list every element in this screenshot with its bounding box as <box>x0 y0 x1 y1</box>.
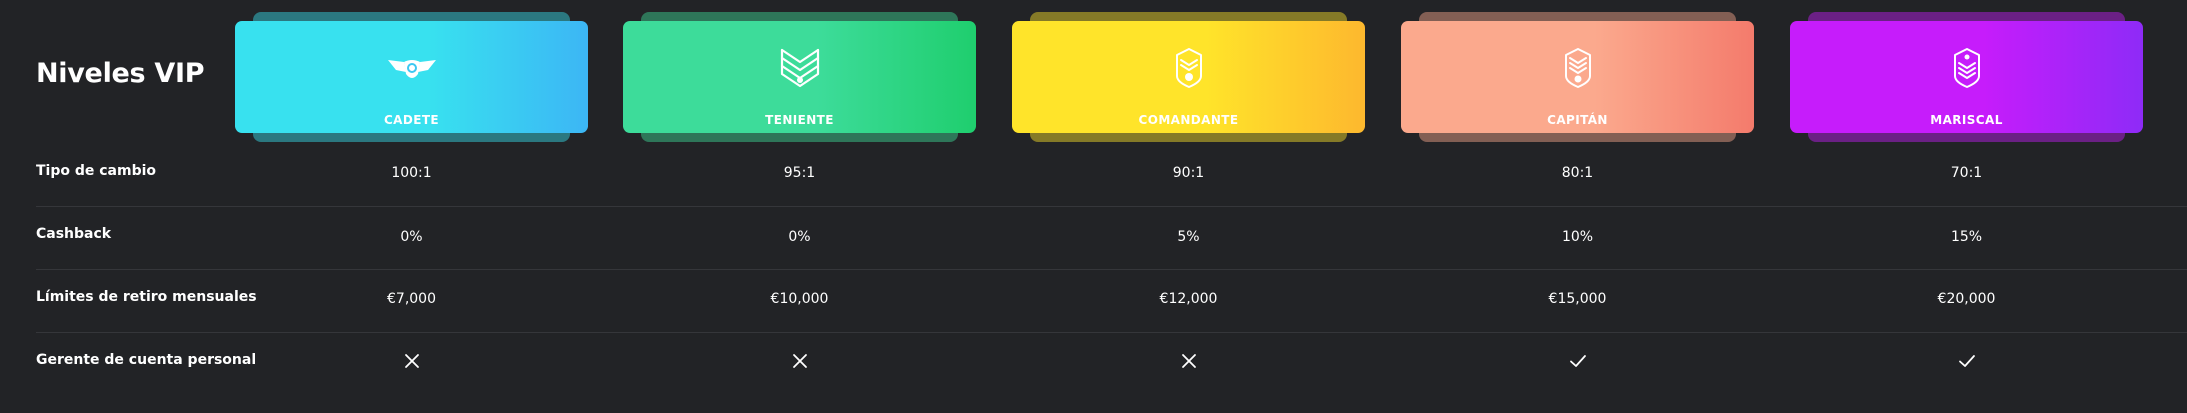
check-icon <box>1790 352 2143 374</box>
row-label: Tipo de cambio <box>36 163 157 179</box>
tier-card-cadete: CADETE <box>235 12 588 142</box>
tier-card-face: MARISCAL <box>1790 21 2143 133</box>
table-cell: 5% <box>1177 229 1200 245</box>
tier-name: MARISCAL <box>1930 113 2003 127</box>
table-cell: €10,000 <box>770 291 829 307</box>
table-cell: 10% <box>1561 229 1594 245</box>
row-label: Cashback <box>36 226 112 242</box>
row-label: Límites de retiro mensuales <box>36 289 257 305</box>
table-cell: 95:1 <box>783 165 816 181</box>
cross-icon <box>1012 352 1365 374</box>
table-cell: €15,000 <box>1548 291 1607 307</box>
row-divider <box>36 269 2187 270</box>
table-cell: 70:1 <box>1950 165 1983 181</box>
tier-name: COMANDANTE <box>1138 113 1239 127</box>
table-row-cashback: Cashback 0% 0% 5% 10% 15% <box>0 208 2187 271</box>
table-cell: 0% <box>400 229 423 245</box>
tier-name: TENIENTE <box>765 113 834 127</box>
table-cell: €12,000 <box>1159 291 1218 307</box>
check-icon <box>1401 352 1754 374</box>
shield-rank-icon <box>1939 48 1995 88</box>
tier-card-face: TENIENTE <box>623 21 976 133</box>
tier-card-face: CAPITÁN <box>1401 21 1754 133</box>
table-cell: €7,000 <box>387 291 436 307</box>
table-row-withdrawal-limits: Límites de retiro mensuales €7,000 €10,0… <box>0 271 2187 334</box>
tier-card-mariscal: MARISCAL <box>1790 12 2143 142</box>
table-cell: 100:1 <box>391 165 432 181</box>
tier-name: CAPITÁN <box>1547 113 1608 127</box>
row-label: Gerente de cuenta personal <box>36 352 257 368</box>
tier-card-face: CADETE <box>235 21 588 133</box>
table-cell: 90:1 <box>1172 165 1205 181</box>
table-cell: 15% <box>1950 229 1983 245</box>
tier-card-capitan: CAPITÁN <box>1401 12 1754 142</box>
table-row-account-manager: Gerente de cuenta personal <box>0 334 2187 397</box>
chevron-stripes-icon <box>772 48 828 88</box>
wings-badge-icon <box>384 48 440 88</box>
row-divider <box>36 332 2187 333</box>
table-cell: €20,000 <box>1937 291 1996 307</box>
tier-card-teniente: TENIENTE <box>623 12 976 142</box>
row-divider <box>36 206 2187 207</box>
shield-rank-icon <box>1161 48 1217 88</box>
tier-card-face: COMANDANTE <box>1012 21 1365 133</box>
tier-name: CADETE <box>383 113 440 127</box>
tier-card-comandante: COMANDANTE <box>1012 12 1365 142</box>
cross-icon <box>623 352 976 374</box>
table-cell: 0% <box>788 229 811 245</box>
tier-cards: CADETE TENIENTE COMANDANTE CAPITÁN MARIS… <box>0 0 2187 145</box>
table-cell: 80:1 <box>1561 165 1594 181</box>
shield-rank-icon <box>1550 48 1606 88</box>
table-row-exchange-rate: Tipo de cambio 100:1 95:1 90:1 80:1 70:1 <box>0 145 2187 208</box>
cross-icon <box>235 352 588 374</box>
